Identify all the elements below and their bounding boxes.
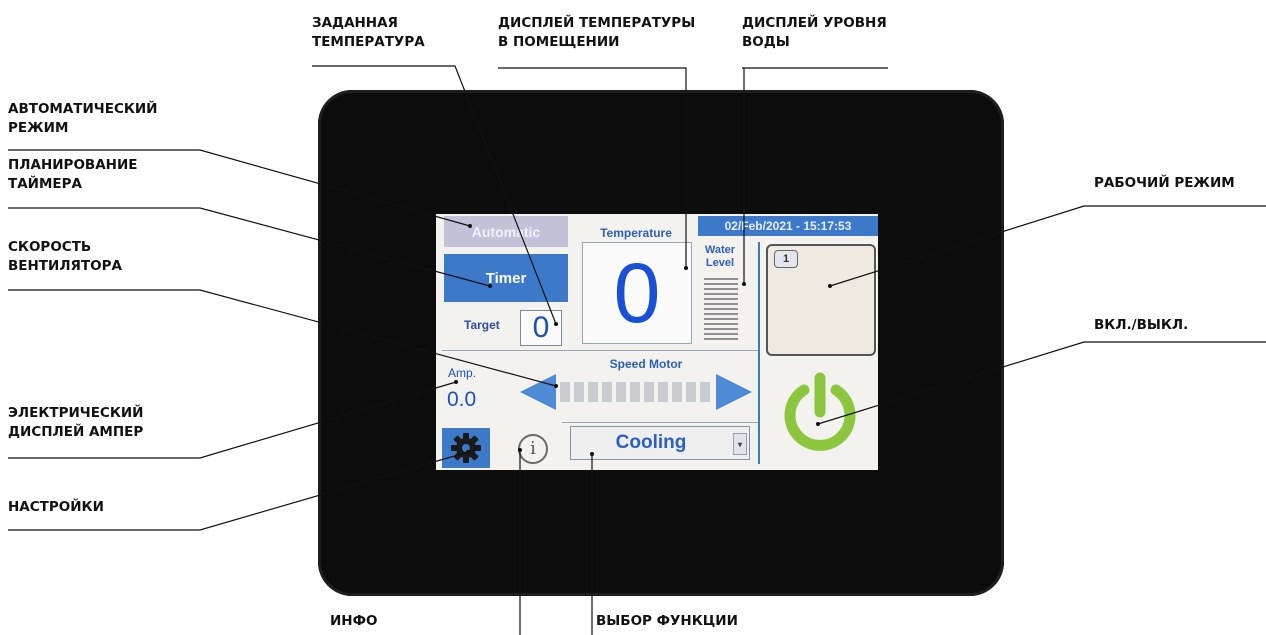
chevron-down-icon[interactable]: ▾ xyxy=(733,433,747,455)
water-level-bars xyxy=(704,278,738,340)
speed-motor-title: Speed Motor xyxy=(609,357,683,371)
callout-fan-speed: СКОРОСТЬ ВЕНТИЛЯТОРА xyxy=(8,239,122,274)
divider-horizontal xyxy=(442,350,758,351)
timer-button[interactable]: Timer xyxy=(444,254,568,302)
callout-auto-mode: АВТОМАТИЧЕСКИЙ РЕЖИМ xyxy=(8,101,158,136)
arrow-right-icon[interactable] xyxy=(716,374,752,410)
room-temperature-display: 0 xyxy=(582,242,692,344)
function-select-value: Cooling xyxy=(615,432,687,453)
callout-info: ИНФО xyxy=(330,613,378,629)
callout-work-mode: РАБОЧИЙ РЕЖИМ xyxy=(1094,175,1235,191)
gear-icon xyxy=(451,433,481,463)
callout-timer-planning: ПЛАНИРОВАНИЕ ТАЙМЕРА xyxy=(8,157,138,192)
speed-motor-bar[interactable] xyxy=(560,382,710,402)
arrow-left-icon[interactable] xyxy=(520,374,556,410)
settings-button[interactable] xyxy=(442,428,490,468)
callout-target-temp: ЗАДАННАЯ ТЕМПЕРАТУРА xyxy=(312,15,425,50)
amp-label: Amp. xyxy=(448,366,477,380)
divider-vertical xyxy=(758,242,760,464)
automatic-button[interactable]: Automatic xyxy=(444,216,568,247)
mode-number-badge: 1 xyxy=(774,250,798,268)
datetime-bar: 02/Feb/2021 - 15:17:53 xyxy=(698,216,878,236)
callout-function-select: ВЫБОР ФУНКЦИИ xyxy=(596,613,738,629)
amp-value: 0.0 xyxy=(447,388,477,411)
callout-settings: НАСТРОЙКИ xyxy=(8,499,104,515)
power-icon xyxy=(784,372,856,451)
divider-horizontal-lower xyxy=(562,422,758,423)
water-level-label: Water Level xyxy=(704,244,736,269)
work-mode-panel[interactable]: 1 xyxy=(766,244,876,356)
function-select[interactable]: Cooling ▾ xyxy=(570,426,750,460)
callout-on-off: ВКЛ./ВЫКЛ. xyxy=(1094,317,1189,333)
callout-room-temp: ДИСПЛЕЙ ТЕМПЕРАТУРЫ В ПОМЕЩЕНИИ xyxy=(498,15,696,50)
target-label: Target xyxy=(464,318,500,332)
temperature-title: Temperature xyxy=(600,226,672,240)
power-button[interactable] xyxy=(776,368,864,456)
info-icon[interactable]: i xyxy=(518,434,548,464)
touch-screen: Automatic Timer Target 0 Temperature 0 0… xyxy=(436,214,878,470)
callout-water-level: ДИСПЛЕЙ УРОВНЯ ВОДЫ xyxy=(742,15,887,50)
target-temperature-field[interactable]: 0 xyxy=(520,310,562,346)
callout-amp-display: ЭЛЕКТРИЧЕСКИЙ ДИСПЛЕЙ АМПЕР xyxy=(8,405,144,440)
